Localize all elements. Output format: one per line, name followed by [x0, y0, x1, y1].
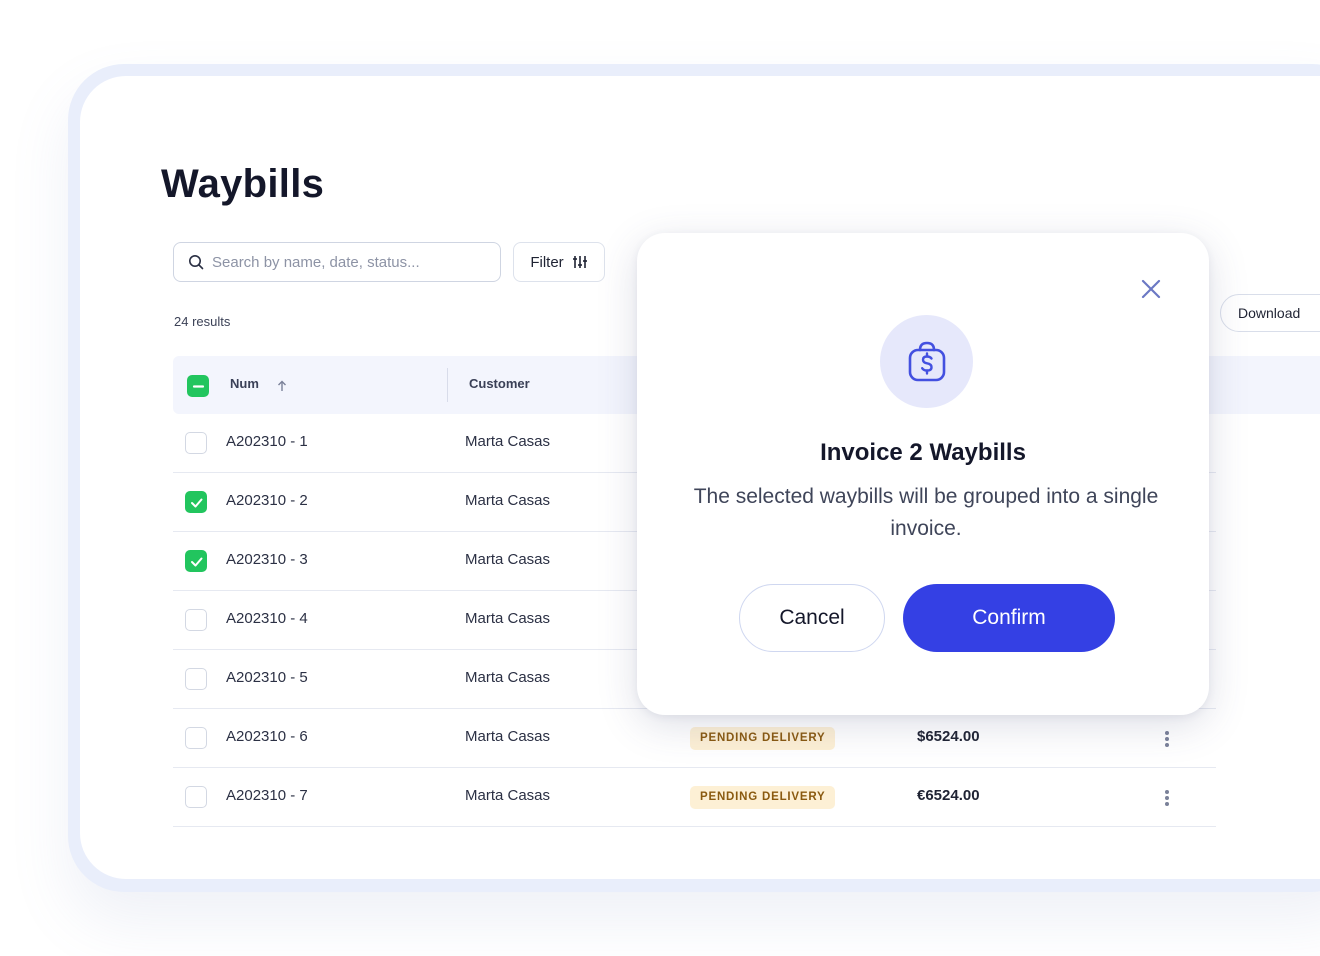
status-badge: PENDING DELIVERY	[690, 727, 836, 750]
row-customer: Marta Casas	[465, 551, 551, 568]
column-divider	[447, 368, 448, 402]
row-customer: Marta Casas	[465, 669, 551, 686]
more-options-icon[interactable]	[1163, 729, 1171, 749]
row-checkbox[interactable]	[185, 727, 207, 749]
dialog-title: Invoice 2 Waybills	[820, 439, 1026, 466]
row-customer: Marta Casas	[465, 492, 551, 509]
row-checkbox[interactable]	[185, 491, 207, 513]
confirm-button[interactable]: Confirm	[903, 584, 1115, 652]
table-row[interactable]: A202310 - 7 Marta Casas PENDING DELIVERY…	[173, 768, 1216, 827]
row-customer: Marta Casas	[465, 433, 551, 450]
filter-label: Filter	[530, 253, 564, 271]
check-icon	[191, 498, 203, 508]
page-title: Waybills	[161, 162, 325, 206]
table-row[interactable]: A202310 - 6 Marta Casas PENDING DELIVERY…	[173, 709, 1216, 768]
download-label: Download	[1238, 305, 1301, 321]
dialog-icon-badge	[880, 315, 973, 408]
search-icon	[189, 255, 204, 270]
row-num: A202310 - 1	[226, 433, 308, 450]
check-icon	[191, 557, 203, 567]
dialog-description: The selected waybills will be grouped in…	[693, 485, 1159, 540]
search-input[interactable]	[212, 253, 482, 271]
row-num: A202310 - 7	[226, 787, 308, 804]
download-button[interactable]: Download	[1220, 294, 1320, 332]
row-num: A202310 - 3	[226, 551, 308, 568]
row-num: A202310 - 6	[226, 728, 308, 745]
invoice-confirm-dialog: Invoice 2 Waybills The selected waybills…	[637, 233, 1209, 715]
select-all-checkbox[interactable]	[187, 375, 209, 397]
row-checkbox[interactable]	[185, 550, 207, 572]
row-customer: Marta Casas	[465, 728, 551, 745]
status-badge: PENDING DELIVERY	[690, 786, 836, 809]
money-bag-icon	[908, 341, 945, 381]
column-header-num[interactable]: Num	[230, 376, 259, 391]
row-checkbox[interactable]	[185, 432, 207, 454]
results-count: 24 results	[174, 314, 231, 329]
close-icon[interactable]	[1139, 277, 1163, 301]
row-amount: €6524.00	[917, 787, 980, 804]
more-options-icon[interactable]	[1163, 788, 1171, 808]
row-num: A202310 - 5	[226, 669, 308, 686]
row-customer: Marta Casas	[465, 610, 551, 627]
row-checkbox[interactable]	[185, 609, 207, 631]
filter-sliders-icon	[572, 256, 587, 268]
minus-icon	[192, 385, 205, 388]
row-checkbox[interactable]	[185, 786, 207, 808]
search-box[interactable]	[173, 242, 501, 282]
sort-ascending-icon[interactable]	[277, 380, 287, 392]
row-checkbox[interactable]	[185, 668, 207, 690]
cancel-button[interactable]: Cancel	[739, 584, 885, 652]
row-num: A202310 - 4	[226, 610, 308, 627]
filter-button[interactable]: Filter	[513, 242, 605, 282]
row-customer: Marta Casas	[465, 787, 551, 804]
row-num: A202310 - 2	[226, 492, 308, 509]
row-amount: $6524.00	[917, 728, 980, 745]
column-header-customer[interactable]: Customer	[469, 376, 530, 391]
